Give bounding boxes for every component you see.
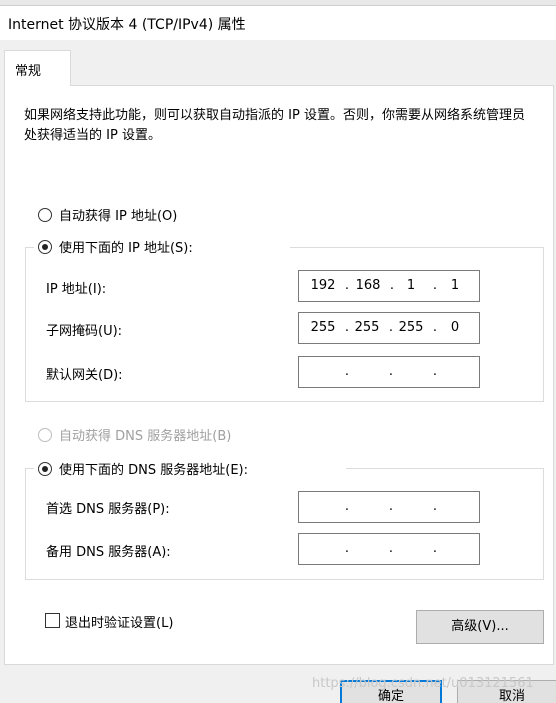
ip-address-octet-4: 1 — [450, 278, 460, 293]
window-title: Internet 协议版本 4 (TCP/IPv4) 属性 — [8, 17, 246, 33]
ip-address-octet-2: 168 — [355, 278, 381, 293]
watermark-text: https://blog.csdn.net/u013121561 — [312, 676, 534, 691]
dns-auto-radio[interactable] — [38, 428, 52, 442]
ip-address-octet-1: 192 — [310, 278, 336, 293]
dns-auto-label[interactable]: 自动获得 DNS 服务器地址(B) — [59, 425, 231, 444]
ip-auto-label[interactable]: 自动获得 IP 地址(O) — [59, 205, 177, 224]
octet-separator: . — [344, 541, 350, 556]
validate-on-exit-checkbox[interactable] — [45, 613, 60, 628]
ip-address-input[interactable]: 192 . 168 . 1 . 1 — [298, 270, 480, 302]
octet-separator: . — [432, 364, 438, 379]
dns-manual-radio[interactable] — [38, 462, 52, 476]
default-gateway-label: 默认网关(D): — [46, 368, 123, 383]
ip-manual-radio[interactable] — [38, 240, 52, 254]
subnet-mask-label: 子网掩码(U): — [46, 324, 123, 339]
octet-separator: . — [432, 499, 438, 514]
subnet-mask-octet-3: 255 — [398, 320, 424, 335]
subnet-mask-octet-2: 255 — [354, 320, 380, 335]
ip-address-octet-3: 1 — [406, 278, 416, 293]
ip-manual-label[interactable]: 使用下面的 IP 地址(S): — [59, 237, 193, 256]
alternate-dns-label: 备用 DNS 服务器(A): — [46, 545, 171, 560]
octet-separator: . — [388, 364, 394, 379]
octet-separator: . — [388, 541, 394, 556]
description-text: 如果网络支持此功能，则可以获取自动指派的 IP 设置。否则，你需要从网络系统管理… — [24, 108, 525, 143]
ip-address-label: IP 地址(I): — [46, 282, 107, 297]
subnet-mask-octet-4: 0 — [450, 320, 460, 335]
preferred-dns-input[interactable]: . . . — [298, 491, 480, 523]
subnet-mask-octet-1: 255 — [310, 320, 336, 335]
tab-general-label: 常规 — [15, 64, 42, 79]
octet-separator: . — [344, 364, 350, 379]
title-bar[interactable]: Internet 协议版本 4 (TCP/IPv4) 属性 — [0, 6, 556, 40]
default-gateway-input[interactable]: . . . — [298, 356, 480, 388]
validate-on-exit-label[interactable]: 退出时验证设置(L) — [65, 612, 173, 631]
tab-general[interactable]: 常规 — [4, 50, 71, 86]
alternate-dns-input[interactable]: . . . — [298, 533, 480, 565]
octet-separator: . — [432, 541, 438, 556]
octet-separator: . — [344, 499, 350, 514]
ip-auto-radio[interactable] — [38, 208, 52, 222]
dns-manual-label[interactable]: 使用下面的 DNS 服务器地址(E): — [59, 459, 248, 478]
octet-separator: . — [388, 499, 394, 514]
subnet-mask-input[interactable]: 255 . 255 . 255 . 0 — [298, 312, 480, 344]
advanced-button[interactable]: 高级(V)... — [416, 610, 544, 644]
preferred-dns-label: 首选 DNS 服务器(P): — [46, 502, 170, 517]
